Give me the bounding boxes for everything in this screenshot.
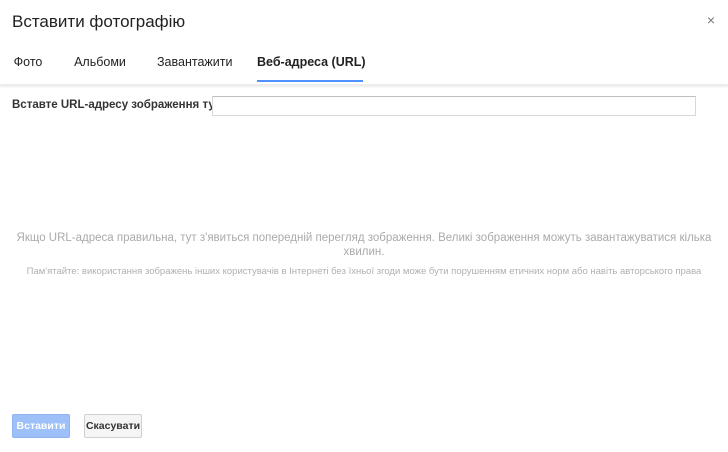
tab-web-url[interactable]: Веб-адреса (URL) bbox=[257, 46, 366, 82]
tab-photo[interactable]: Фото bbox=[12, 46, 44, 82]
cancel-button[interactable]: Скасувати bbox=[84, 414, 142, 438]
image-url-input[interactable] bbox=[212, 96, 696, 116]
url-input-label: Вставте URL-адресу зображення тут: bbox=[12, 99, 225, 111]
dialog-title: Вставити фотографію bbox=[12, 12, 186, 31]
preview-hint-message: Якщо URL-адреса правильна, тут з'явиться… bbox=[16, 232, 712, 258]
tab-upload[interactable]: Завантажити bbox=[157, 46, 232, 82]
copyright-warning-message: Пам'ятайте: використання зображень інших… bbox=[26, 266, 702, 277]
insert-photo-dialog: Вставити фотографію × Фото Альбоми Заван… bbox=[0, 0, 728, 452]
insert-button[interactable]: Вставити bbox=[12, 414, 70, 438]
url-form-row: Вставте URL-адресу зображення тут: bbox=[12, 96, 696, 116]
tab-bar: Фото Альбоми Завантажити Веб-адреса (URL… bbox=[0, 46, 728, 85]
tab-albums[interactable]: Альбоми bbox=[74, 46, 126, 82]
close-icon[interactable]: × bbox=[704, 13, 718, 27]
